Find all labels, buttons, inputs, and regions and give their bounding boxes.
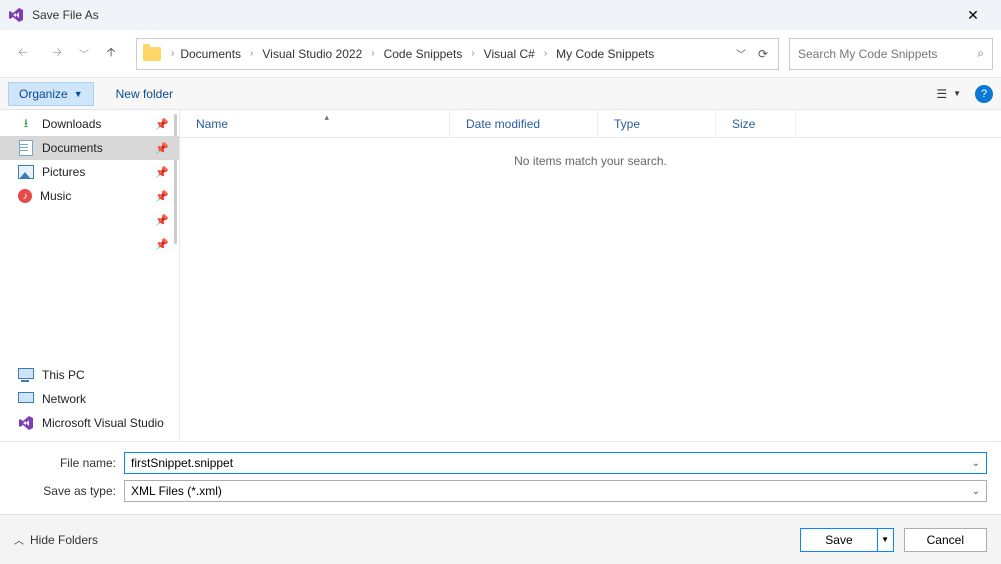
save-button-label: Save <box>801 529 876 551</box>
document-icon <box>18 140 34 156</box>
savetype-label: Save as type: <box>14 484 124 498</box>
chevron-down-icon: ▼ <box>74 89 83 99</box>
new-folder-button[interactable]: New folder <box>116 87 173 101</box>
sort-indicator: ▴ <box>324 112 329 123</box>
save-button-dropdown[interactable]: ▼ <box>877 529 893 551</box>
pin-icon[interactable]: 📌 <box>155 166 169 179</box>
search-input[interactable] <box>798 47 971 61</box>
filename-input[interactable] <box>131 456 966 470</box>
chevron-right-icon[interactable]: › <box>369 48 376 59</box>
search-icon[interactable]: ⌕ <box>977 46 984 61</box>
sidebar-item-network[interactable]: Network <box>0 387 179 411</box>
list-view-icon: ☰ <box>936 87 947 101</box>
save-form: File name: ⌄ Save as type: XML Files (*.… <box>0 441 1001 514</box>
sidebar-item-this-pc[interactable]: This PC <box>0 363 179 387</box>
savetype-value: XML Files (*.xml) <box>131 484 966 498</box>
sidebar-item-label: Documents <box>42 141 103 155</box>
nav-back-button[interactable]: 🡠 <box>8 39 38 69</box>
address-bar[interactable]: › Documents› Visual Studio 2022› Code Sn… <box>136 38 779 70</box>
main-area: ⭳ Downloads 📌 Documents 📌 Pictures 📌 ♪ M… <box>0 110 1001 441</box>
column-header-name[interactable]: Name▴ <box>180 110 450 137</box>
empty-message: No items match your search. <box>180 138 1001 184</box>
cancel-button[interactable]: Cancel <box>904 528 987 552</box>
window-title: Save File As <box>32 8 953 22</box>
filename-label: File name: <box>14 456 124 470</box>
file-list: Name▴ Date modified Type Size No items m… <box>180 110 1001 441</box>
chevron-right-icon[interactable]: › <box>542 48 549 59</box>
refresh-button[interactable]: ⟳ <box>758 47 768 61</box>
sidebar-item-pinned[interactable]: 📌 <box>0 232 179 256</box>
organize-button[interactable]: Organize ▼ <box>8 82 94 106</box>
chevron-right-icon[interactable]: › <box>248 48 255 59</box>
nav-up-button[interactable]: 🡡 <box>96 39 126 69</box>
nav-recent-dropdown[interactable]: ﹀ <box>76 39 92 69</box>
chevron-down-icon: ▼ <box>953 89 961 98</box>
download-icon: ⭳ <box>18 116 34 132</box>
sidebar-item-label: Downloads <box>42 117 101 131</box>
toolbar: Organize ▼ New folder ☰ ▼ ? <box>0 78 1001 110</box>
sidebar-item-label: Microsoft Visual Studio <box>42 416 164 430</box>
organize-label: Organize <box>19 87 68 101</box>
search-box[interactable]: ⌕ <box>789 38 993 70</box>
sidebar-item-label: Music <box>40 189 71 203</box>
footer: ︿ Hide Folders Save ▼ Cancel <box>0 514 1001 564</box>
column-header-size[interactable]: Size <box>716 110 796 137</box>
close-button[interactable]: ✕ <box>953 0 993 30</box>
pin-icon[interactable]: 📌 <box>155 214 169 227</box>
sidebar: ⭳ Downloads 📌 Documents 📌 Pictures 📌 ♪ M… <box>0 110 180 441</box>
view-options-button[interactable]: ☰ ▼ <box>936 87 961 101</box>
visual-studio-icon <box>8 7 24 23</box>
column-header-date[interactable]: Date modified <box>450 110 598 137</box>
pin-icon[interactable]: 📌 <box>155 238 169 251</box>
breadcrumb: Documents› Visual Studio 2022› Code Snip… <box>176 45 736 63</box>
help-button[interactable]: ? <box>975 85 993 103</box>
filename-dropdown[interactable]: ⌄ <box>966 458 980 469</box>
pictures-icon <box>18 164 34 180</box>
savetype-dropdown[interactable]: ⌄ <box>966 486 980 497</box>
visual-studio-icon <box>18 415 34 431</box>
savetype-field[interactable]: XML Files (*.xml) ⌄ <box>124 480 987 502</box>
sidebar-item-music[interactable]: ♪ Music 📌 <box>0 184 179 208</box>
breadcrumb-item[interactable]: Code Snippets <box>380 45 467 63</box>
sidebar-item-label: Network <box>42 392 86 406</box>
pin-icon[interactable]: 📌 <box>155 118 169 131</box>
sidebar-item-label: Pictures <box>42 165 85 179</box>
save-button[interactable]: Save ▼ <box>800 528 893 552</box>
sidebar-item-pinned[interactable]: 📌 <box>0 208 179 232</box>
sidebar-item-documents[interactable]: Documents 📌 <box>0 136 179 160</box>
music-icon: ♪ <box>18 189 32 203</box>
hide-folders-button[interactable]: ︿ Hide Folders <box>14 532 98 547</box>
network-icon <box>18 391 34 407</box>
folder-icon <box>143 47 161 61</box>
pin-icon[interactable]: 📌 <box>155 190 169 203</box>
pc-icon <box>18 367 34 383</box>
chevron-right-icon[interactable]: › <box>469 48 476 59</box>
column-header-type[interactable]: Type <box>598 110 716 137</box>
nav-forward-button[interactable]: 🡢 <box>42 39 72 69</box>
address-dropdown[interactable]: ﹀ <box>736 46 746 61</box>
column-headers: Name▴ Date modified Type Size <box>180 110 1001 138</box>
pin-icon[interactable]: 📌 <box>155 142 169 155</box>
breadcrumb-item[interactable]: My Code Snippets <box>552 45 658 63</box>
sidebar-item-msvs[interactable]: Microsoft Visual Studio <box>0 411 179 435</box>
sidebar-item-pictures[interactable]: Pictures 📌 <box>0 160 179 184</box>
sidebar-item-label: This PC <box>42 368 85 382</box>
sidebar-item-downloads[interactable]: ⭳ Downloads 📌 <box>0 112 179 136</box>
breadcrumb-item[interactable]: Visual Studio 2022 <box>258 45 366 63</box>
chevron-up-icon: ︿ <box>14 532 24 547</box>
hide-folders-label: Hide Folders <box>30 533 98 547</box>
title-bar: Save File As ✕ <box>0 0 1001 30</box>
chevron-right-icon[interactable]: › <box>169 48 176 59</box>
breadcrumb-item[interactable]: Documents <box>176 45 245 63</box>
filename-field[interactable]: ⌄ <box>124 452 987 474</box>
navigation-row: 🡠 🡢 ﹀ 🡡 › Documents› Visual Studio 2022›… <box>0 30 1001 78</box>
breadcrumb-item[interactable]: Visual C# <box>480 45 539 63</box>
